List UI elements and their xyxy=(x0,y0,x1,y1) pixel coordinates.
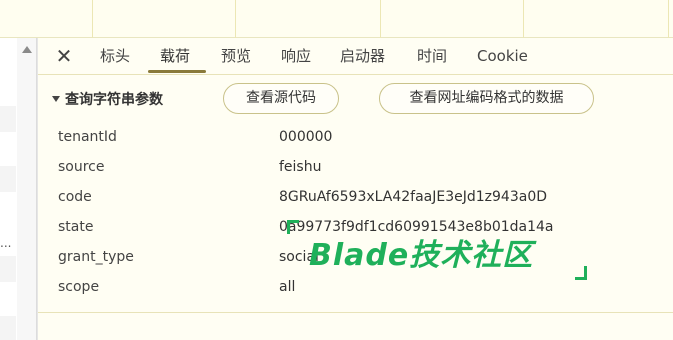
table-column-divider xyxy=(523,0,524,38)
collapse-arrow-icon[interactable] xyxy=(22,46,32,53)
close-icon[interactable]: ✕ xyxy=(52,45,76,67)
detail-tab-bar: ✕ 标头 载荷 预览 响应 启动器 时间 Cookie xyxy=(38,38,673,75)
tab-preview[interactable]: 预览 xyxy=(221,38,251,74)
param-key: source xyxy=(58,159,105,175)
param-value: 8GRuAf6593xLA42faaJE3eJd1z943a0D xyxy=(279,189,548,205)
request-list-row[interactable] xyxy=(0,106,16,132)
tab-timing[interactable]: 时间 xyxy=(417,38,447,74)
section-title: 查询字符串参数 xyxy=(65,92,163,108)
active-tab-indicator xyxy=(148,70,206,73)
param-value: social xyxy=(279,249,319,265)
payload-content: 查询字符串参数 查看源代码 查看网址编码格式的数据 tenantId 00000… xyxy=(38,75,673,310)
param-value: all xyxy=(279,279,296,295)
panel-divider xyxy=(38,312,673,313)
request-detail-panel: ✕ 标头 载荷 预览 响应 启动器 时间 Cookie 查询字符串参数 查看源代… xyxy=(38,38,673,340)
param-value: feishu xyxy=(279,159,322,175)
table-column-divider xyxy=(380,0,381,38)
param-key: tenantId xyxy=(58,129,117,145)
tab-cookies[interactable]: Cookie xyxy=(477,38,528,74)
tab-headers[interactable]: 标头 xyxy=(100,38,130,74)
tab-payload[interactable]: 载荷 xyxy=(160,38,190,74)
request-table-strip xyxy=(0,0,673,38)
pane-splitter[interactable] xyxy=(17,38,37,340)
param-key: grant_type xyxy=(58,249,134,265)
tab-response[interactable]: 响应 xyxy=(281,38,311,74)
table-column-divider xyxy=(92,0,93,38)
param-value: 0a99773f9df1cd60991543e8b01da14a xyxy=(279,219,554,235)
triangle-down-icon xyxy=(52,96,60,102)
query-params-section-toggle[interactable]: 查询字符串参数 xyxy=(52,90,163,110)
param-key: scope xyxy=(58,279,100,295)
request-list-row[interactable] xyxy=(0,256,16,282)
tab-initiator[interactable]: 启动器 xyxy=(340,38,385,74)
param-key: state xyxy=(58,219,94,235)
table-column-divider xyxy=(668,0,669,38)
view-url-encoded-button[interactable]: 查看网址编码格式的数据 xyxy=(379,83,594,114)
param-key: code xyxy=(58,189,92,205)
view-source-button[interactable]: 查看源代码 xyxy=(223,83,339,114)
request-list-row[interactable] xyxy=(0,316,16,340)
request-list-overflow: ... xyxy=(0,236,12,250)
table-column-divider xyxy=(235,0,236,38)
request-list-row[interactable] xyxy=(0,166,16,192)
param-value: 000000 xyxy=(279,129,333,145)
